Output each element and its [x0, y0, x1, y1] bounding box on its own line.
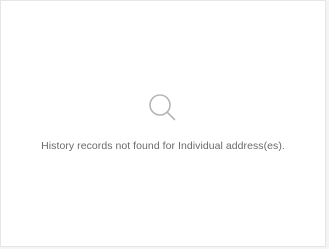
empty-state-message: History records not found for Individual… [41, 140, 285, 152]
search-icon [149, 94, 176, 121]
history-records-panel: History records not found for Individual… [0, 0, 326, 247]
empty-state: History records not found for Individual… [1, 89, 325, 152]
